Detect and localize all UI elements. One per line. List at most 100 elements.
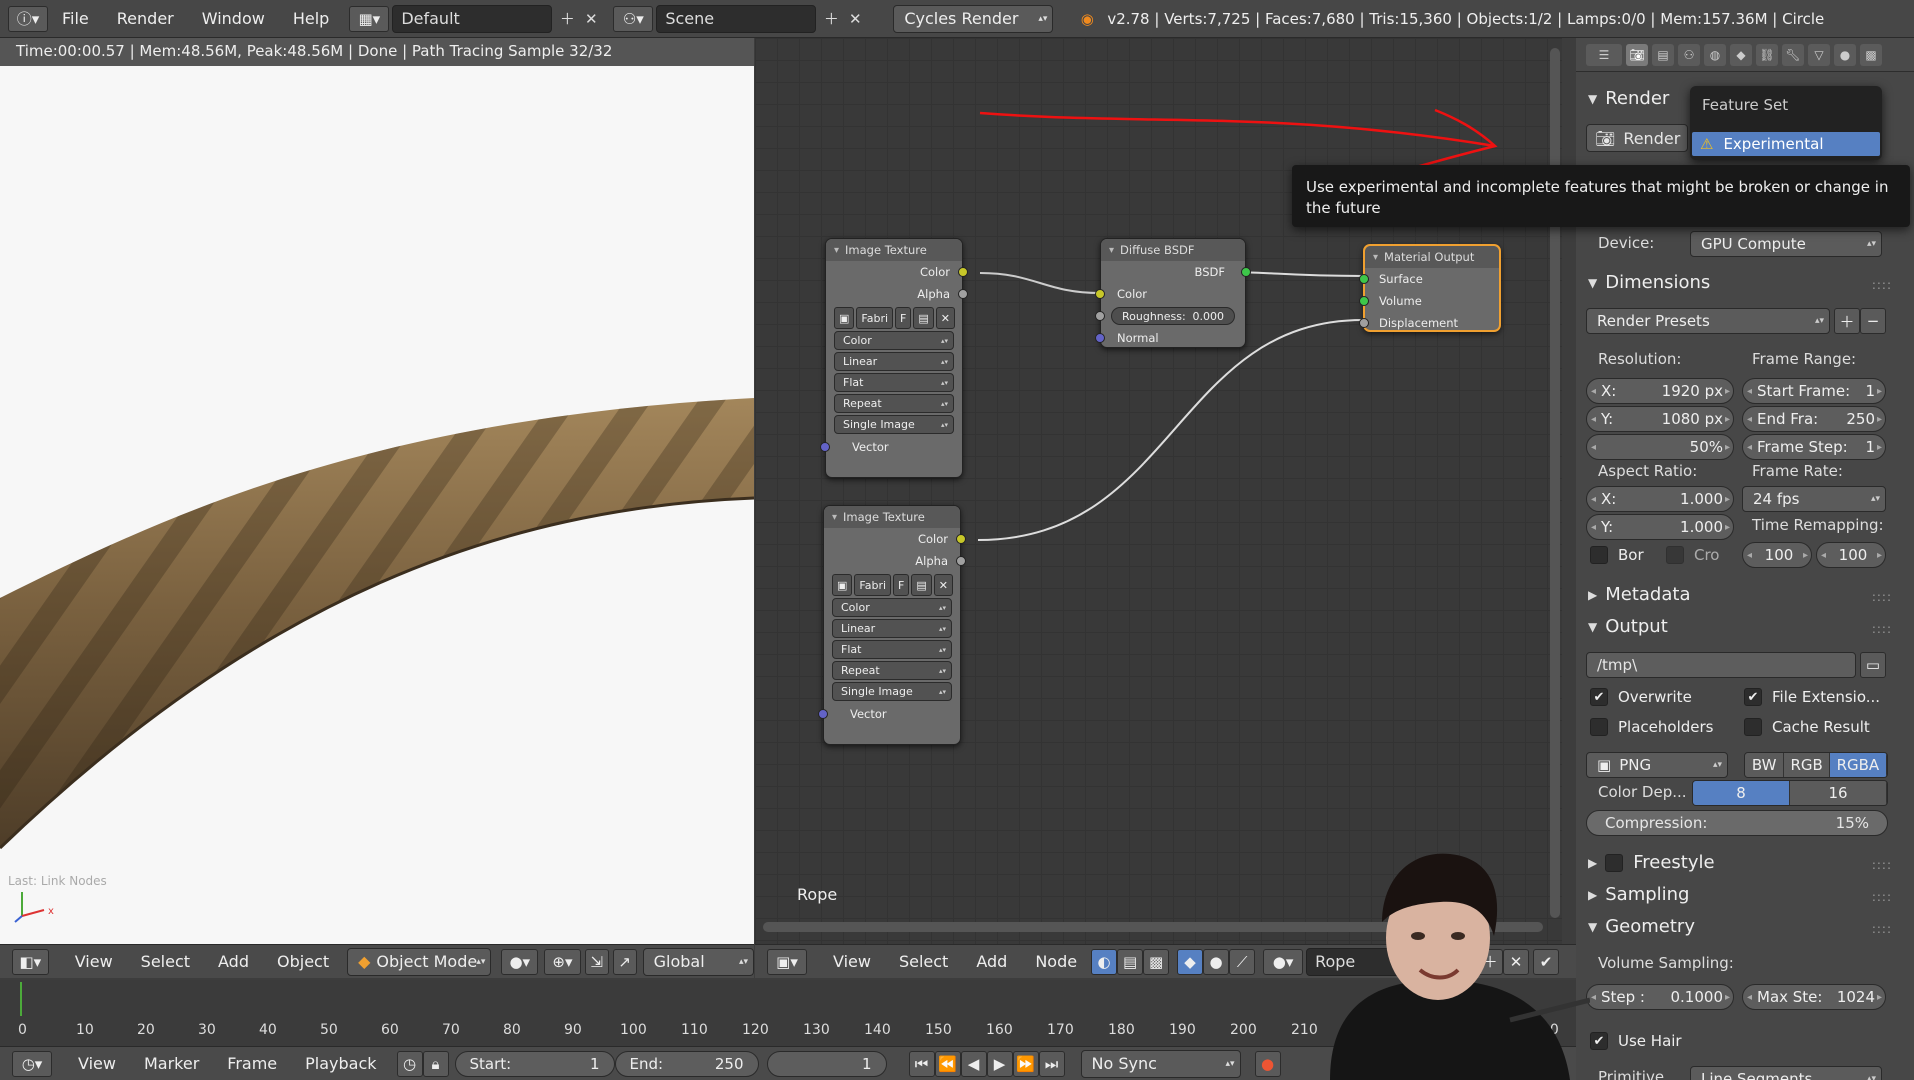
tl-menu-playback[interactable]: Playback [291, 1054, 390, 1073]
socket-displacement[interactable] [1359, 318, 1369, 328]
color-space-select[interactable]: Color [832, 598, 952, 617]
extension-select[interactable]: Repeat [832, 661, 952, 680]
res-percent-field[interactable]: 50% [1586, 434, 1734, 460]
menu-help[interactable]: Help [279, 9, 343, 28]
interpolation-select[interactable]: Linear [834, 352, 954, 371]
open-image-icon[interactable]: ▤ [911, 574, 932, 596]
open-image-icon[interactable]: ▤ [913, 307, 934, 329]
bw-button[interactable]: BW [1745, 753, 1785, 777]
drag-handle-icon[interactable]: :::: [1872, 590, 1892, 604]
start-frame-field[interactable]: Start: 1 [454, 1050, 615, 1077]
device-select[interactable]: GPU Compute [1690, 231, 1882, 257]
fake-user-button[interactable]: F [893, 574, 910, 596]
editor-type-icon[interactable]: ◧▾ [12, 948, 49, 975]
texture-nodes-icon[interactable]: ▩ [1143, 948, 1170, 975]
screen-layout-icon[interactable]: ▦▾ [349, 5, 390, 32]
interpolation-select[interactable]: Linear [832, 619, 952, 638]
color-space-select[interactable]: Color [834, 331, 954, 350]
geometry-section[interactable]: Geometry [1588, 916, 1695, 937]
frame-step-field[interactable]: Frame Step: 1 [1742, 434, 1886, 460]
rgba-button[interactable]: RGBA [1829, 753, 1887, 777]
unlink-image-icon[interactable]: ✕ [933, 574, 953, 596]
tl-menu-frame[interactable]: Frame [213, 1054, 291, 1073]
node-title[interactable]: Image Texture [824, 506, 960, 528]
socket-roughness[interactable] [1095, 311, 1105, 321]
menu-window[interactable]: Window [188, 9, 279, 28]
experimental-option[interactable]: ⚠ Experimental [1692, 132, 1880, 156]
play-icon[interactable]: ▶ [986, 1050, 1013, 1077]
current-frame-field[interactable]: 1 [766, 1050, 887, 1077]
node-title[interactable]: Diffuse BSDF [1101, 239, 1245, 261]
image-browse-icon[interactable]: ▣ [832, 574, 853, 596]
texture-tab-icon[interactable]: ▩ [1860, 43, 1882, 66]
socket-color[interactable] [956, 534, 966, 544]
vp-menu-add[interactable]: Add [204, 952, 263, 971]
frame-rate-select[interactable]: 24 fps [1742, 486, 1886, 512]
socket-surface[interactable] [1359, 274, 1369, 284]
next-key-icon[interactable]: ⏩ [1012, 1050, 1039, 1077]
aspect-y-field[interactable]: Y: 1.000 [1586, 514, 1734, 540]
object-tab-icon[interactable]: ◆ [1730, 43, 1752, 66]
render-engine-select[interactable]: Cycles Render [893, 4, 1054, 33]
diffuse-bsdf-node[interactable]: Diffuse BSDF BSDF Color Roughness: 0.000… [1095, 238, 1251, 348]
modifiers-tab-icon[interactable]: 🔧︎ [1782, 43, 1804, 66]
source-select[interactable]: Single Image [834, 415, 954, 434]
image-texture-node-1[interactable]: Image Texture Color Alpha ▣ Fabri F ▤ ✕ … [820, 238, 968, 478]
menu-render[interactable]: Render [103, 9, 188, 28]
object-icon[interactable]: ◆ [1177, 948, 1204, 975]
end-frame-field[interactable]: End Fra: 250 [1742, 406, 1886, 432]
freestyle-section[interactable]: Freestyle [1588, 852, 1715, 873]
border-checkbox[interactable]: Bor [1590, 546, 1644, 564]
add-preset-icon[interactable]: ＋ [1834, 308, 1860, 334]
res-x-field[interactable]: X: 1920 px [1586, 378, 1734, 404]
compositing-icon[interactable]: ▤ [1117, 948, 1144, 975]
tl-menu-view[interactable]: View [64, 1054, 130, 1073]
projection-select[interactable]: Flat [834, 373, 954, 392]
depth-8-button[interactable]: 8 [1693, 781, 1790, 805]
remove-layout-icon[interactable]: ✕ [579, 7, 603, 31]
tl-menu-marker[interactable]: Marker [130, 1054, 213, 1073]
jump-start-icon[interactable]: ⏮ [908, 1050, 935, 1077]
socket-vector[interactable] [820, 442, 830, 452]
start-frame-field[interactable]: Start Frame: 1 [1742, 378, 1886, 404]
node-title[interactable]: Material Output [1365, 246, 1499, 268]
constraints-tab-icon[interactable]: ⛓ [1756, 43, 1778, 66]
editor-type-icon[interactable]: ◷▾ [12, 1050, 52, 1077]
add-layout-icon[interactable]: ＋ [555, 7, 579, 31]
world-tab-icon[interactable]: ◍ [1704, 43, 1726, 66]
file-format-select[interactable]: ▣ PNG [1586, 752, 1728, 778]
info-editor-icon[interactable]: ⓘ▾ [8, 5, 48, 32]
image-selector[interactable]: ▣ Fabri F ▤ ✕ [834, 307, 955, 329]
remove-scene-icon[interactable]: ✕ [843, 7, 867, 31]
image-name[interactable]: Fabri [856, 307, 894, 329]
shader-nodes-icon[interactable]: ◐ [1091, 948, 1118, 975]
vp-menu-object[interactable]: Object [263, 952, 343, 971]
record-icon[interactable]: ● [1254, 1050, 1281, 1077]
node-menu-node[interactable]: Node [1021, 952, 1091, 971]
output-path-field[interactable]: /tmp\ [1586, 652, 1856, 678]
unlink-image-icon[interactable]: ✕ [935, 307, 955, 329]
metadata-section[interactable]: Metadata [1588, 584, 1690, 605]
socket-color[interactable] [1095, 289, 1105, 299]
socket-color[interactable] [958, 267, 968, 277]
socket-vector[interactable] [818, 709, 828, 719]
editor-type-icon[interactable]: ☰ [1586, 43, 1622, 66]
drag-handle-icon[interactable]: :::: [1872, 890, 1892, 904]
socket-bsdf[interactable] [1241, 267, 1251, 277]
max-steps-field[interactable]: Max Ste: 1024 [1742, 984, 1886, 1010]
aspect-x-field[interactable]: X: 1.000 [1586, 486, 1734, 512]
dimensions-section[interactable]: Dimensions [1588, 272, 1710, 293]
layout-field[interactable]: Default [392, 4, 553, 33]
scene-field[interactable]: Scene [656, 4, 817, 33]
shading-mode-icon[interactable]: ●▾ [501, 948, 539, 975]
file-extensions-checkbox[interactable]: ✔ File Extensio... [1744, 688, 1880, 706]
drag-handle-icon[interactable]: :::: [1872, 622, 1892, 636]
vp-menu-view[interactable]: View [61, 952, 127, 971]
jump-end-icon[interactable]: ⏭ [1038, 1050, 1065, 1077]
socket-alpha[interactable] [956, 556, 966, 566]
lock-icon[interactable]: 🔒︎ [422, 1050, 449, 1077]
placeholders-checkbox[interactable]: Placeholders [1590, 718, 1713, 736]
drag-handle-icon[interactable]: :::: [1872, 278, 1892, 292]
res-y-field[interactable]: Y: 1080 px [1586, 406, 1734, 432]
roughness-field[interactable]: Roughness: 0.000 [1111, 307, 1235, 325]
